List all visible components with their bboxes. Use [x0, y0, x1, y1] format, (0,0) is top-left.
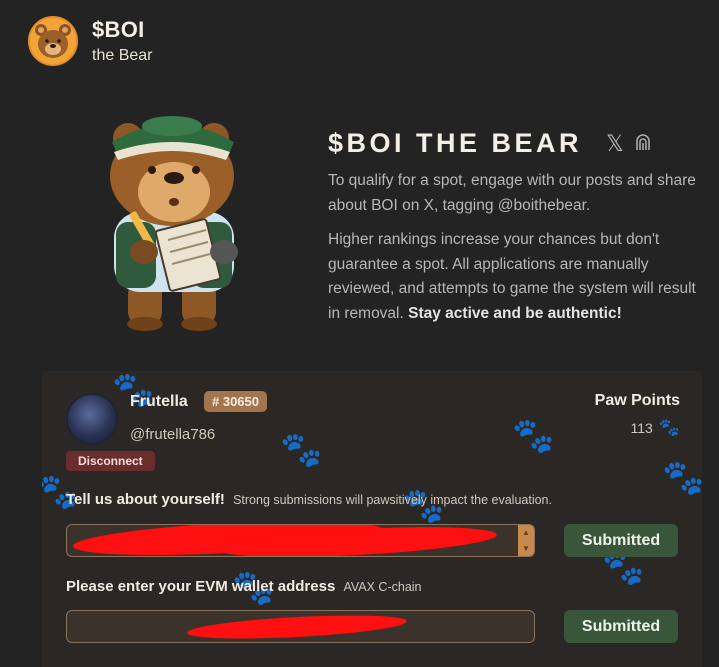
paw-print-decor-icon: 🐾	[662, 459, 702, 497]
application-card: 🐾 🐾 🐾 🐾 🐾 🐾 🐾 🐾 Frutella # 30650 @frutel…	[42, 371, 702, 667]
bear-mascot-writing-icon	[96, 112, 256, 334]
wallet-label: Please enter your EVM wallet address	[66, 578, 336, 595]
hero-paragraph-2: Higher rankings increase your chances bu…	[328, 228, 700, 326]
about-textarea[interactable]: ▲ ▼	[66, 524, 535, 557]
brand-header: $BOI the Bear	[28, 16, 152, 66]
textarea-scroll-stepper[interactable]: ▲ ▼	[518, 525, 534, 556]
paw-print-decor-icon: 🐾	[512, 417, 555, 455]
submit-wallet-button[interactable]: Submitted	[564, 610, 678, 643]
hero-paragraph-2-strong: Stay active and be authentic!	[408, 304, 622, 322]
paw-points-count: 113 🐾	[631, 418, 681, 438]
wallet-question: Please enter your EVM wallet address AVA…	[66, 578, 422, 595]
hero-paragraph-1: To qualify for a spot, engage with our p…	[328, 172, 696, 214]
avatar[interactable]	[66, 393, 118, 445]
about-question: Tell us about yourself! Strong submissio…	[66, 491, 552, 508]
user-handle: @frutella786	[130, 426, 216, 443]
paw-points-label: Paw Points	[594, 392, 680, 409]
paw-points-value: 113	[630, 420, 653, 436]
paw-print-decor-icon: 🐾	[280, 431, 323, 469]
redaction-mark	[186, 611, 408, 642]
wallet-input[interactable]	[66, 610, 535, 643]
wallet-hint: AVAX C-chain	[343, 580, 422, 594]
disconnect-button[interactable]: Disconnect	[66, 451, 155, 471]
about-hint: Strong submissions will pawsitively impa…	[233, 493, 552, 507]
qr-fingerprint-icon[interactable]	[634, 132, 652, 156]
hero-title: $BOI THE BEAR	[328, 128, 583, 158]
submit-about-button[interactable]: Submitted	[564, 524, 678, 557]
x-logo-icon[interactable]: 𝕏	[606, 132, 624, 155]
chevron-up-icon[interactable]: ▲	[522, 528, 530, 537]
about-label: Tell us about yourself!	[66, 491, 225, 508]
bear-logo-icon[interactable]	[28, 16, 78, 66]
brand-title: $BOI	[92, 17, 145, 42]
hero-section: $BOI THE BEAR 𝕏 To qualify for a spot, e…	[328, 128, 700, 326]
user-name: Frutella	[130, 393, 188, 410]
chevron-down-icon[interactable]: ▼	[522, 544, 530, 553]
paw-icon: 🐾	[658, 418, 680, 437]
brand-subtitle: the Bear	[92, 47, 153, 64]
rank-badge: # 30650	[204, 391, 267, 412]
